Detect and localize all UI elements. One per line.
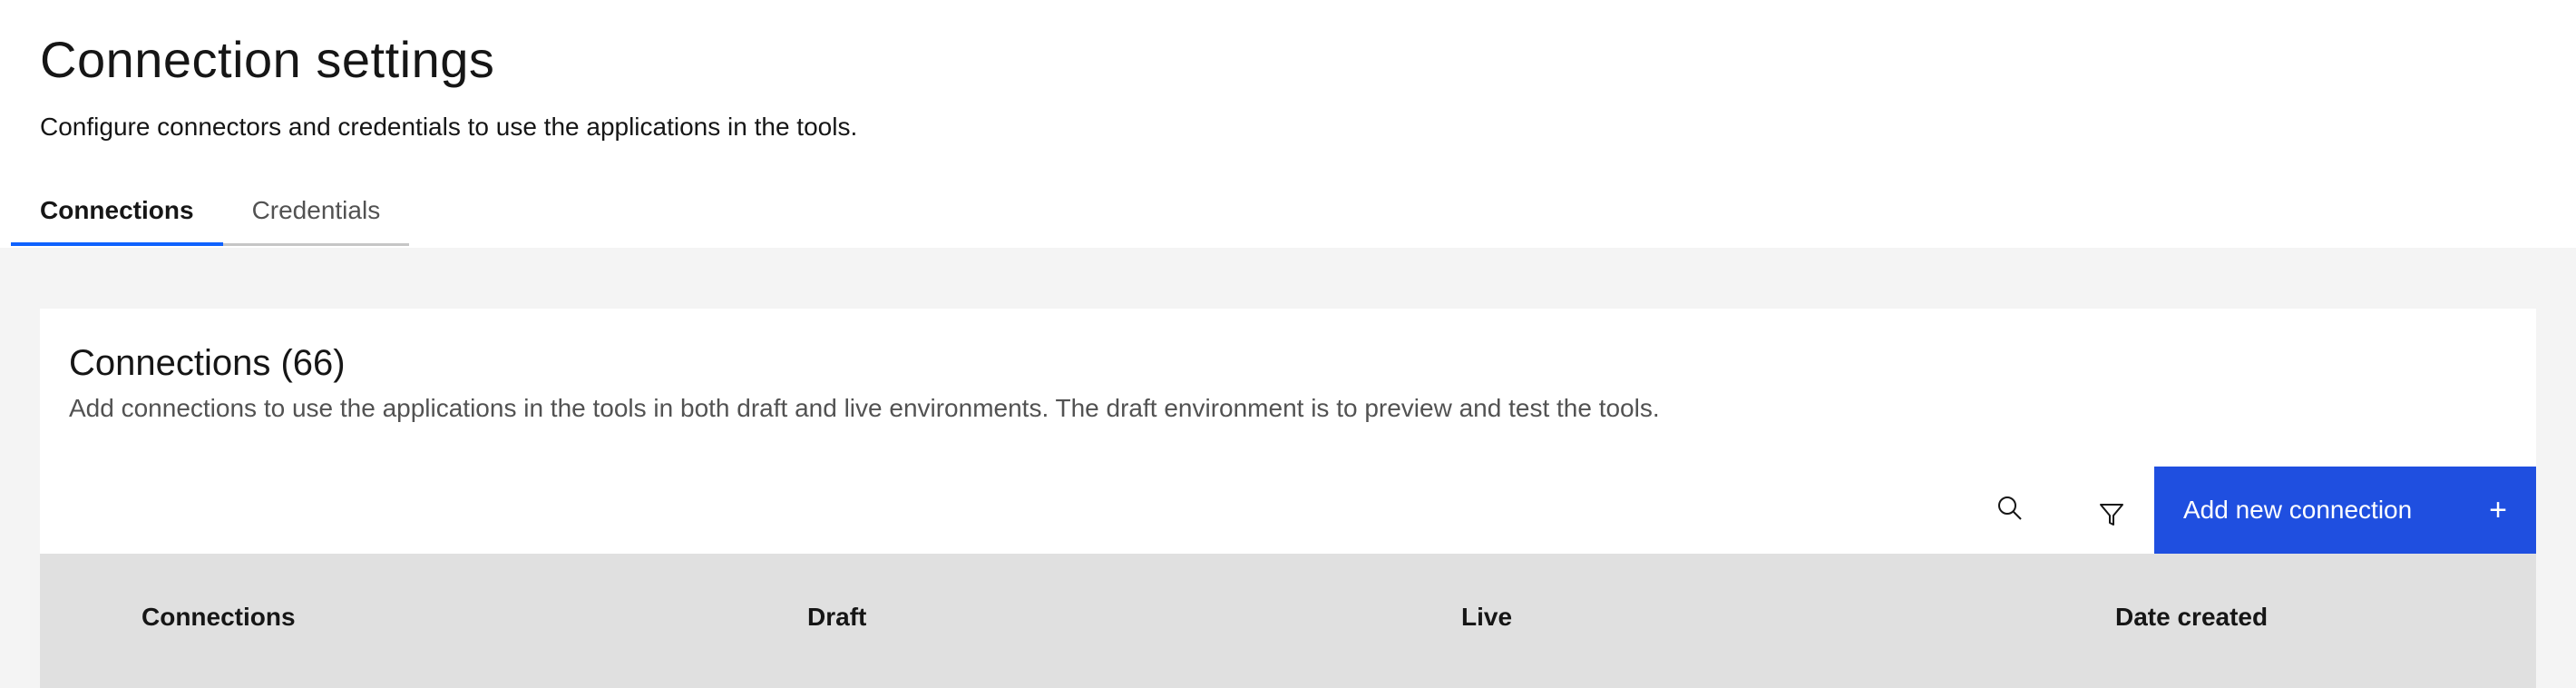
tab-list: Connections Credentials — [11, 187, 410, 246]
filter-button[interactable] — [2068, 467, 2155, 554]
table-header: Connections Draft Live Date created — [40, 554, 2536, 688]
column-header-live[interactable]: Live — [1461, 554, 1512, 681]
content-area: Connections (66) Add connections to use … — [0, 248, 2576, 688]
plus-icon: + — [2489, 493, 2507, 527]
page-subtitle: Configure connectors and credentials to … — [40, 113, 858, 141]
add-new-connection-label: Add new connection — [2183, 496, 2413, 524]
page-title: Connection settings — [40, 31, 495, 88]
add-new-connection-button[interactable]: Add new connection + — [2154, 467, 2536, 554]
filter-icon — [2098, 488, 2125, 533]
column-header-draft[interactable]: Draft — [807, 554, 866, 681]
column-header-connections[interactable]: Connections — [141, 554, 296, 681]
card-title: Connections (66) — [69, 343, 346, 383]
connections-card: Connections (66) Add connections to use … — [40, 309, 2536, 688]
search-button[interactable] — [1966, 467, 2054, 554]
column-header-date-created[interactable]: Date created — [2115, 554, 2268, 681]
page-header: Connection settings Configure connectors… — [0, 0, 2576, 248]
search-icon — [1995, 494, 2025, 527]
tab-credentials[interactable]: Credentials — [222, 187, 410, 246]
tab-connections[interactable]: Connections — [11, 187, 223, 246]
card-description: Add connections to use the applications … — [69, 394, 1660, 422]
